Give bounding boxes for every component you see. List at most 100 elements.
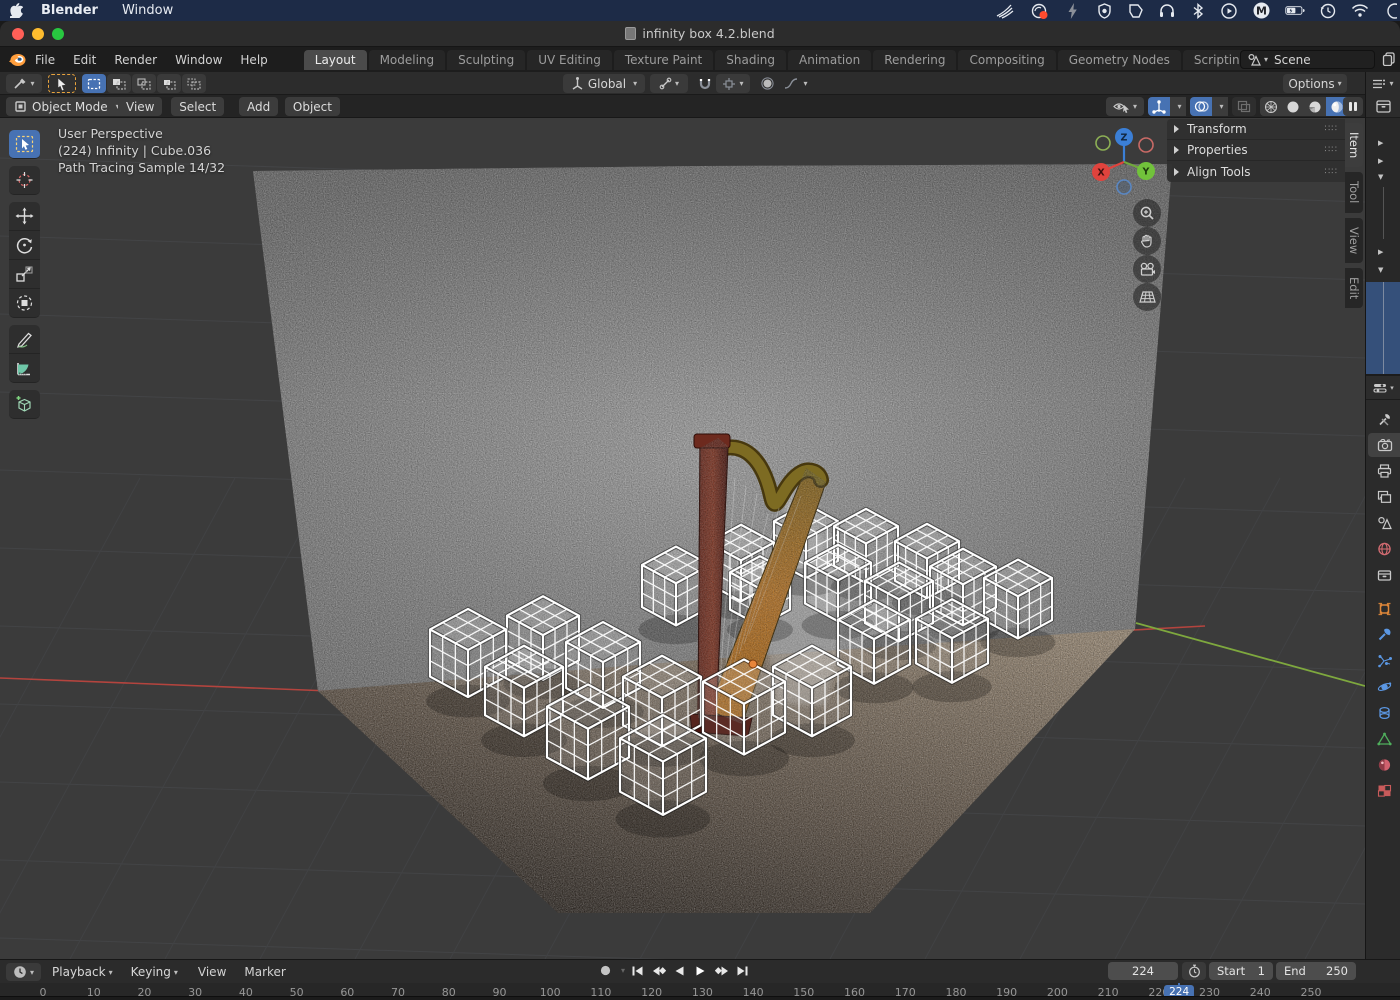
properties-tab-object[interactable] <box>1368 597 1400 621</box>
jump-end-button[interactable] <box>734 962 751 979</box>
play-button[interactable] <box>692 962 709 979</box>
outliner-editor-type-button[interactable]: ▾ <box>1365 72 1400 95</box>
outliner-sliver[interactable]: ▶▶▼▶▼ <box>1366 95 1400 376</box>
sidebar-tab-edit[interactable]: Edit <box>1345 268 1363 308</box>
workspace-tab-texture-paint[interactable]: Texture Paint <box>614 50 713 70</box>
stopwatch-icon[interactable] <box>1182 962 1206 980</box>
select-mode-invert-button[interactable] <box>157 74 181 93</box>
properties-tab-physics[interactable] <box>1368 675 1400 699</box>
wifi-icon[interactable] <box>1351 0 1369 21</box>
tool-move-button[interactable] <box>9 202 40 231</box>
timeline-menu-view[interactable]: View <box>189 965 235 979</box>
topbar-menu-render[interactable]: Render <box>105 53 166 67</box>
tool-transform-button[interactable] <box>9 289 40 318</box>
selectability-visibility-dropdown[interactable]: ▾ <box>1106 97 1144 116</box>
xray-toggle[interactable] <box>1232 97 1256 116</box>
snap-toggle-button[interactable] <box>694 74 716 93</box>
pause-samples-button[interactable] <box>1343 97 1363 116</box>
shading-solid-button[interactable] <box>1282 97 1304 116</box>
tool-cursor-button[interactable] <box>9 166 40 195</box>
workspace-tab-shading[interactable]: Shading <box>715 50 786 70</box>
proportional-falloff-dropdown[interactable]: ▾ <box>778 74 814 93</box>
outliner-expand-arrow[interactable]: ▼ <box>1378 173 1383 181</box>
battery-icon[interactable] <box>1285 0 1305 21</box>
shading-wireframe-button[interactable] <box>1260 97 1282 116</box>
snap-target-dropdown[interactable]: ▾ <box>650 74 688 93</box>
timeline-menu-playback[interactable]: Playback▾ <box>45 963 120 981</box>
gizmo-dropdown[interactable]: ▾ <box>1170 97 1186 116</box>
workspace-tab-geometry-nodes[interactable]: Geometry Nodes <box>1058 50 1181 70</box>
panel-grip-icon[interactable]: ∷∷ <box>1325 124 1338 134</box>
show-gizmo-toggle[interactable] <box>1148 97 1170 116</box>
jump-start-button[interactable] <box>629 962 646 979</box>
flash-icon[interactable] <box>1065 0 1081 21</box>
properties-tab-view-layer[interactable] <box>1368 485 1400 509</box>
select-mode-subtract-button[interactable] <box>132 74 156 93</box>
proportional-edit-toggle[interactable] <box>756 74 778 93</box>
panel-grip-icon[interactable]: ∷∷ <box>1325 167 1338 177</box>
select-mode-intersect-button[interactable] <box>182 74 206 93</box>
tool-measure-button[interactable] <box>9 354 40 383</box>
control-center-icon[interactable] <box>1384 0 1400 21</box>
tool-scale-button[interactable] <box>9 260 40 289</box>
workspace-tab-layout[interactable]: Layout <box>304 50 367 70</box>
topbar-menu-edit[interactable]: Edit <box>64 53 105 67</box>
workspace-tab-animation[interactable]: Animation <box>788 50 871 70</box>
object-origin-dot[interactable] <box>749 660 757 668</box>
wireframe-cube[interactable] <box>912 599 991 702</box>
bluetooth-icon[interactable] <box>1190 0 1206 21</box>
headphones-icon[interactable] <box>1159 0 1175 21</box>
workspace-tab-modeling[interactable]: Modeling <box>369 50 446 70</box>
workspace-tab-compositing[interactable]: Compositing <box>958 50 1055 70</box>
properties-tab-collection[interactable] <box>1368 563 1400 587</box>
properties-tab-constraints[interactable] <box>1368 701 1400 725</box>
privacy-shield-icon[interactable] <box>1096 0 1112 21</box>
viewport-menu-view[interactable]: View <box>118 97 162 116</box>
sidebar-tab-item[interactable]: Item <box>1345 123 1363 167</box>
tool-rotate-button[interactable] <box>9 231 40 260</box>
properties-tab-data[interactable] <box>1368 727 1400 751</box>
sidebar-tab-tool[interactable]: Tool <box>1345 172 1363 212</box>
panel-header-properties[interactable]: Properties∷∷ <box>1167 140 1345 161</box>
show-overlays-toggle[interactable] <box>1190 97 1212 116</box>
screen-mirroring-icon[interactable] <box>995 0 1015 21</box>
properties-editor-type-button[interactable]: ▾ <box>1366 376 1400 400</box>
timeline-editor-type-button[interactable]: ▾ <box>6 963 41 981</box>
object-mode-dropdown[interactable]: Object Mode▾ <box>6 97 128 116</box>
topbar-menu-window[interactable]: Window <box>166 53 231 67</box>
transform-orientation-dropdown[interactable]: Global▾ <box>563 74 645 93</box>
m-badge-icon[interactable]: M <box>1253 0 1270 21</box>
topbar-menu-file[interactable]: File <box>26 53 64 67</box>
outliner-expand-arrow[interactable]: ▼ <box>1378 266 1383 274</box>
properties-tab-scene[interactable] <box>1368 511 1400 535</box>
timeline-menu-marker[interactable]: Marker <box>235 965 294 979</box>
workspace-tab-sculpting[interactable]: Sculpting <box>447 50 525 70</box>
navigation-gizmo[interactable]: Z X Y <box>1086 125 1164 203</box>
blender-logo-icon[interactable] <box>8 52 26 67</box>
outliner-expand-arrow[interactable]: ▶ <box>1378 157 1383 165</box>
record-dropdown[interactable]: ▾ <box>621 966 625 975</box>
play-reverse-button[interactable] <box>671 962 688 979</box>
outliner-expand-arrow[interactable]: ▶ <box>1378 139 1383 147</box>
tool-annotate-button[interactable] <box>9 325 40 354</box>
wireframe-cube[interactable] <box>981 560 1056 658</box>
options-dropdown[interactable]: Options▾ <box>1283 74 1347 93</box>
viewport-menu-object[interactable]: Object <box>285 97 340 116</box>
workspace-tab-rendering[interactable]: Rendering <box>873 50 956 70</box>
timeline-menu-keying[interactable]: Keying▾ <box>124 963 185 981</box>
wireframe-cube[interactable] <box>699 659 789 776</box>
shading-material-button[interactable] <box>1304 97 1326 116</box>
record-badge-icon[interactable] <box>1030 0 1050 21</box>
scene-selector[interactable]: ▾ Scene <box>1240 50 1375 69</box>
pointer-tag-icon[interactable] <box>1128 0 1144 21</box>
viewport-menu-add[interactable]: Add <box>239 97 278 116</box>
properties-tab-texture[interactable] <box>1368 779 1400 803</box>
record-button[interactable] <box>597 962 614 979</box>
panel-header-transform[interactable]: Transform∷∷ <box>1167 119 1345 140</box>
prev-keyframe-button[interactable] <box>650 962 667 979</box>
tool-options-dropdown[interactable]: ▾ <box>6 74 42 93</box>
next-keyframe-button[interactable] <box>713 962 730 979</box>
select-mode-new-button[interactable] <box>82 74 106 93</box>
time-machine-icon[interactable] <box>1320 0 1336 21</box>
panel-header-align-tools[interactable]: Align Tools∷∷ <box>1167 161 1345 182</box>
